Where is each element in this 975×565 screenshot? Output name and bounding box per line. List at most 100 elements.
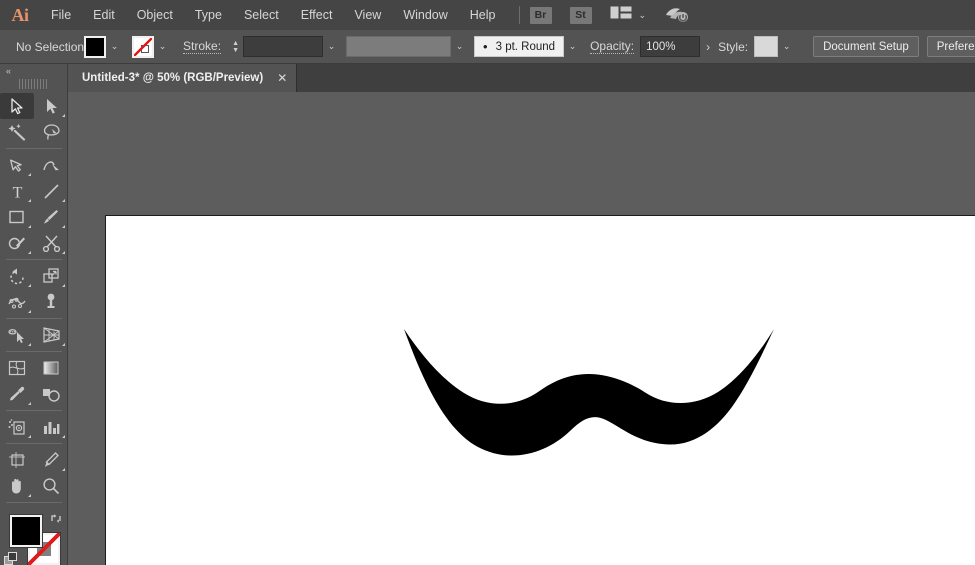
- fill-stroke-control: [0, 510, 68, 565]
- mesh-tool[interactable]: [0, 355, 34, 381]
- stroke-dropdown-chevron-icon[interactable]: ⌄: [154, 36, 171, 58]
- stroke-weight-chevron-icon[interactable]: ⌄: [323, 36, 340, 58]
- app-logo-icon: Ai: [0, 0, 40, 30]
- variable-width-chevron-icon[interactable]: ⌄: [451, 36, 468, 58]
- brush-definition-input[interactable]: • 3 pt. Round: [474, 36, 564, 57]
- brush-definition-label: 3 pt. Round: [496, 41, 555, 53]
- menu-bar: Ai File Edit Object Type Select Effect V…: [0, 0, 975, 30]
- graphic-style-chevron-icon[interactable]: ⌄: [778, 36, 795, 58]
- tool-flyout-indicator-icon: [62, 225, 65, 228]
- rotate-tool[interactable]: [0, 263, 34, 289]
- tool-flyout-indicator-icon: [28, 199, 31, 202]
- chevron-down-icon: ⌄: [639, 10, 647, 21]
- gradient-tool[interactable]: [34, 355, 68, 381]
- toolbar-divider: [6, 502, 62, 503]
- graphic-style-swatch[interactable]: [754, 36, 778, 57]
- tool-flyout-indicator-icon: [28, 284, 31, 287]
- document-setup-button[interactable]: Document Setup: [813, 36, 919, 57]
- stroke-weight-input[interactable]: [243, 36, 323, 57]
- cloud-sync-icon[interactable]: [664, 6, 690, 24]
- shape-builder-tool[interactable]: [0, 322, 34, 348]
- menu-item-help[interactable]: Help: [459, 0, 507, 30]
- opacity-input[interactable]: 100%: [640, 36, 700, 57]
- free-transform-tool[interactable]: [34, 289, 68, 315]
- paintbrush-tool[interactable]: [34, 204, 68, 230]
- fill-dropdown-chevron-icon[interactable]: ⌄: [106, 36, 123, 58]
- line-segment-tool[interactable]: [34, 178, 68, 204]
- svg-text:T: T: [12, 184, 22, 200]
- hand-tool[interactable]: [0, 473, 34, 499]
- width-tool[interactable]: [0, 289, 34, 315]
- stepper-down-icon: ▼: [232, 47, 239, 54]
- scissors-tool[interactable]: [34, 230, 68, 256]
- toolbar-grip[interactable]: [19, 79, 49, 89]
- type-tool[interactable]: T: [0, 178, 34, 204]
- tool-flyout-indicator-icon: [28, 435, 31, 438]
- shaper-tool[interactable]: [0, 230, 34, 256]
- swap-fill-stroke-icon[interactable]: [50, 512, 64, 530]
- fill-color-swatch[interactable]: [84, 36, 106, 58]
- menu-item-view[interactable]: View: [343, 0, 392, 30]
- canvas-workspace[interactable]: [68, 92, 975, 565]
- close-icon[interactable]: ✕: [277, 72, 287, 84]
- eyedropper-tool[interactable]: [0, 381, 34, 407]
- blend-tool[interactable]: [34, 381, 68, 407]
- brush-definition-chevron-icon[interactable]: ⌄: [564, 36, 581, 58]
- tool-flyout-indicator-icon: [62, 284, 65, 287]
- tool-flyout-indicator-icon: [28, 494, 31, 497]
- rectangle-tool[interactable]: [0, 204, 34, 230]
- column-graph-tool[interactable]: [34, 414, 68, 440]
- variable-width-profile-input[interactable]: [346, 36, 451, 57]
- curvature-tool[interactable]: [34, 152, 68, 178]
- document-tab-bar: Untitled-3* @ 50% (RGB/Preview) ✕: [68, 64, 975, 92]
- menu-item-type[interactable]: Type: [184, 0, 233, 30]
- fill-color-indicator[interactable]: [10, 515, 42, 547]
- tool-flyout-indicator-icon: [62, 199, 65, 202]
- symbol-sprayer-tool[interactable]: [0, 414, 34, 440]
- selection-tool[interactable]: [0, 93, 34, 119]
- preferences-button[interactable]: Preferences: [927, 36, 975, 57]
- menu-item-file[interactable]: File: [40, 0, 82, 30]
- workspace-switcher[interactable]: ⌄: [610, 6, 647, 24]
- style-label: Style:: [718, 40, 748, 54]
- menu-item-window[interactable]: Window: [392, 0, 458, 30]
- toolbar-divider: [6, 318, 62, 319]
- menu-item-effect[interactable]: Effect: [290, 0, 344, 30]
- default-fill-stroke-icon[interactable]: [4, 552, 18, 565]
- stepper-up-icon: ▲: [232, 40, 239, 47]
- magic-wand-tool[interactable]: [0, 119, 34, 145]
- document-tab[interactable]: Untitled-3* @ 50% (RGB/Preview) ✕: [68, 64, 297, 92]
- zoom-tool[interactable]: [34, 473, 68, 499]
- tool-flyout-indicator-icon: [62, 114, 65, 117]
- illustrator-window: Ai File Edit Object Type Select Effect V…: [0, 0, 975, 565]
- perspective-grid-tool[interactable]: [34, 322, 68, 348]
- mustache-shape[interactable]: [106, 216, 975, 565]
- artboard-tool[interactable]: [0, 447, 34, 473]
- menu-item-edit[interactable]: Edit: [82, 0, 126, 30]
- tool-flyout-indicator-icon: [28, 173, 31, 176]
- tools-panel: «: [0, 64, 68, 565]
- toolbar-divider: [6, 410, 62, 411]
- toolbar-collapse-button[interactable]: «: [0, 64, 67, 78]
- pen-tool[interactable]: [0, 152, 34, 178]
- menu-divider: [519, 6, 520, 24]
- bridge-button[interactable]: Br: [530, 7, 552, 24]
- slice-tool[interactable]: [34, 447, 68, 473]
- tool-flyout-indicator-icon: [62, 468, 65, 471]
- tool-grid: T: [0, 93, 67, 506]
- artboard[interactable]: [105, 215, 975, 565]
- lasso-tool[interactable]: [34, 119, 68, 145]
- stock-button[interactable]: St: [570, 7, 592, 24]
- direct-selection-tool[interactable]: [34, 93, 68, 119]
- selection-status-label: No Selection: [10, 40, 84, 54]
- tool-flyout-indicator-icon: [28, 310, 31, 313]
- control-bar: No Selection ⌄ ⌄ Stroke: ▲ ▼ ⌄ ⌄ • 3 pt.…: [0, 30, 975, 64]
- stroke-weight-label[interactable]: Stroke:: [183, 39, 221, 54]
- opacity-options-arrow-icon[interactable]: ›: [700, 40, 716, 54]
- stroke-weight-stepper[interactable]: ▲ ▼: [228, 36, 243, 58]
- stroke-color-swatch[interactable]: [132, 36, 154, 58]
- menu-item-select[interactable]: Select: [233, 0, 290, 30]
- menu-item-object[interactable]: Object: [126, 0, 184, 30]
- scale-tool[interactable]: [34, 263, 68, 289]
- opacity-label[interactable]: Opacity:: [590, 39, 634, 54]
